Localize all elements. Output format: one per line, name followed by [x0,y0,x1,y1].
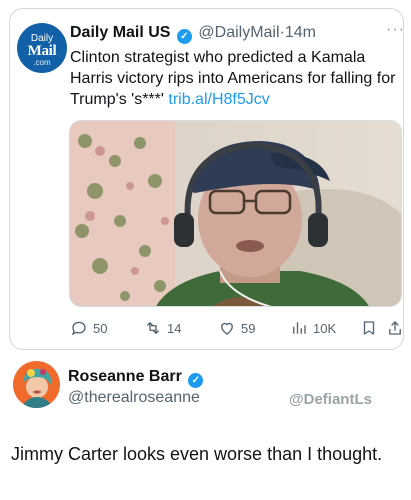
reply-icon [71,321,86,336]
avatar-logo-line3: .com [33,58,51,67]
quoted-handle[interactable]: @DailyMail [198,24,279,41]
watermark: @DefiantLs [289,391,372,408]
retweet-icon [147,322,159,334]
like-button[interactable]: 59 [218,317,255,339]
quoted-tweet-text: Clinton strategist who predicted a Kamal… [70,47,402,110]
author-display-name[interactable]: Roseanne Barr [68,368,182,385]
verified-badge-icon: ✓ [188,373,204,388]
like-count: 59 [241,320,256,336]
reply-button[interactable]: 50 [70,317,107,339]
quoted-timestamp[interactable]: 14m [285,24,316,41]
retweet-button[interactable]: 14 [144,317,181,339]
quoted-tweet-actions: 50 14 59 10K [70,317,402,341]
quoted-tweet-card[interactable]: Daily Mail .com Daily Mail US ✓ @DailyMa… [9,8,404,350]
bookmark-icon [363,321,375,335]
quoted-tweet-media[interactable] [69,120,402,307]
media-photo [70,121,401,306]
share-button[interactable] [386,317,409,339]
bookmark-button[interactable] [360,317,383,339]
dailymail-avatar[interactable]: Daily Mail .com [17,23,67,73]
retweet-count: 14 [167,320,182,336]
main-tweet-text: Jimmy Carter looks even worse than I tho… [11,444,383,464]
views-count: 10K [313,320,337,336]
avatar-logo-line2: Mail [27,43,57,59]
views-button[interactable]: 10K [290,317,336,339]
roseanne-avatar[interactable] [13,361,60,408]
main-tweet-header: Roseanne Barr ✓ [68,366,205,388]
more-icon[interactable]: ··· [386,21,405,39]
like-icon [221,322,233,335]
views-icon [293,322,306,334]
avatar-image [13,361,60,408]
quoted-tweet-link[interactable]: trib.al/H8f5Jcv [168,91,269,108]
share-icon [389,321,401,335]
quoted-display-name[interactable]: Daily Mail US [70,24,170,41]
quoted-tweet-header: Daily Mail US ✓ @DailyMail·14m [70,23,316,44]
author-handle[interactable]: @therealroseanne [68,388,200,408]
reply-count: 50 [93,320,108,336]
verified-badge-icon: ✓ [176,29,192,44]
